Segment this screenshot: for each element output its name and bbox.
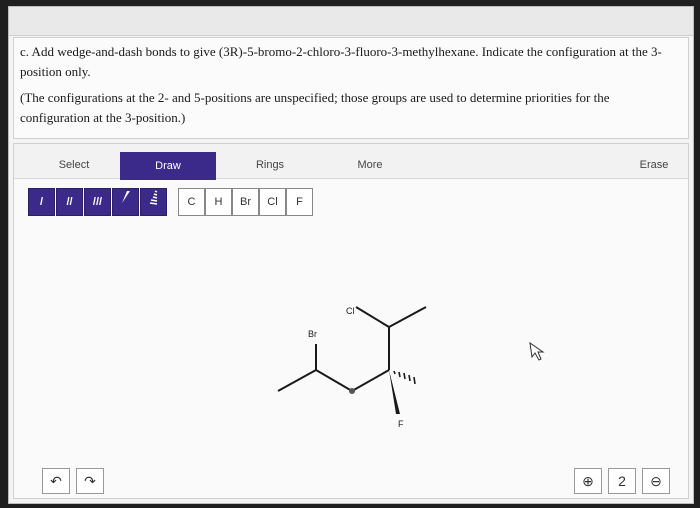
bond-c5-c4 bbox=[315, 369, 353, 392]
double-bond-button[interactable]: // bbox=[56, 188, 83, 216]
redo-button[interactable]: ↷ bbox=[76, 468, 104, 494]
question-panel: c. Add wedge-and-dash bonds to give (3R)… bbox=[8, 6, 694, 504]
tab-rings[interactable]: Rings bbox=[240, 152, 300, 178]
atom-f-button[interactable]: F bbox=[286, 188, 313, 216]
bottom-controls: ↶ ↷ ⊕ 2 ⊖ bbox=[14, 464, 688, 500]
tab-erase[interactable]: Erase bbox=[624, 152, 684, 178]
question-line-1: c. Add wedge-and-dash bonds to give (3R)… bbox=[20, 44, 662, 79]
atom-br-button[interactable]: Br bbox=[232, 188, 259, 216]
atom-label-br: Br bbox=[308, 329, 317, 339]
atom-node-c4[interactable] bbox=[349, 388, 355, 394]
question-line-2: (The configurations at the 2- and 5-posi… bbox=[20, 90, 610, 125]
tab-draw[interactable]: Draw bbox=[120, 152, 216, 180]
atom-label-f: F bbox=[398, 419, 404, 429]
undo-button[interactable]: ↶ bbox=[42, 468, 70, 494]
wedge-bond-c3-f bbox=[389, 370, 400, 414]
mouse-cursor-icon bbox=[529, 341, 545, 361]
atom-c-button[interactable]: C bbox=[178, 188, 205, 216]
zoom-out-button[interactable]: ⊖ bbox=[642, 468, 670, 494]
atom-cl-button[interactable]: Cl bbox=[259, 188, 286, 216]
drawing-canvas[interactable]: Br Cl F bbox=[14, 224, 690, 444]
question-text: c. Add wedge-and-dash bonds to give (3R)… bbox=[13, 37, 689, 139]
dash-bond-icon bbox=[149, 190, 157, 205]
atom-label-cl: Cl bbox=[346, 306, 355, 316]
bond-c6-c5 bbox=[277, 369, 317, 392]
dash-bond-c3-methyl bbox=[393, 370, 416, 385]
tab-select[interactable]: Select bbox=[44, 152, 104, 178]
zoom-reset-button[interactable]: 2 bbox=[608, 468, 636, 494]
bond-c2-c1 bbox=[388, 306, 427, 328]
atom-h-button[interactable]: H bbox=[205, 188, 232, 216]
wedge-bond-button[interactable] bbox=[112, 188, 139, 216]
zoom-in-button[interactable]: ⊕ bbox=[574, 468, 602, 494]
triple-bond-button[interactable]: /// bbox=[84, 188, 111, 216]
dash-bond-button[interactable] bbox=[140, 188, 167, 216]
tab-more[interactable]: More bbox=[340, 152, 400, 178]
editor-tabs: Select Draw Rings More Erase bbox=[14, 144, 688, 180]
molecule-skeleton bbox=[277, 306, 427, 392]
top-strip bbox=[9, 7, 693, 36]
bond-c4-c3 bbox=[351, 369, 390, 392]
wedge-bond-icon bbox=[121, 191, 130, 203]
single-bond-button[interactable]: / bbox=[28, 188, 55, 216]
bond-c2-cl bbox=[355, 306, 390, 328]
structure-editor: Select Draw Rings More Erase / // /// C … bbox=[13, 143, 689, 499]
